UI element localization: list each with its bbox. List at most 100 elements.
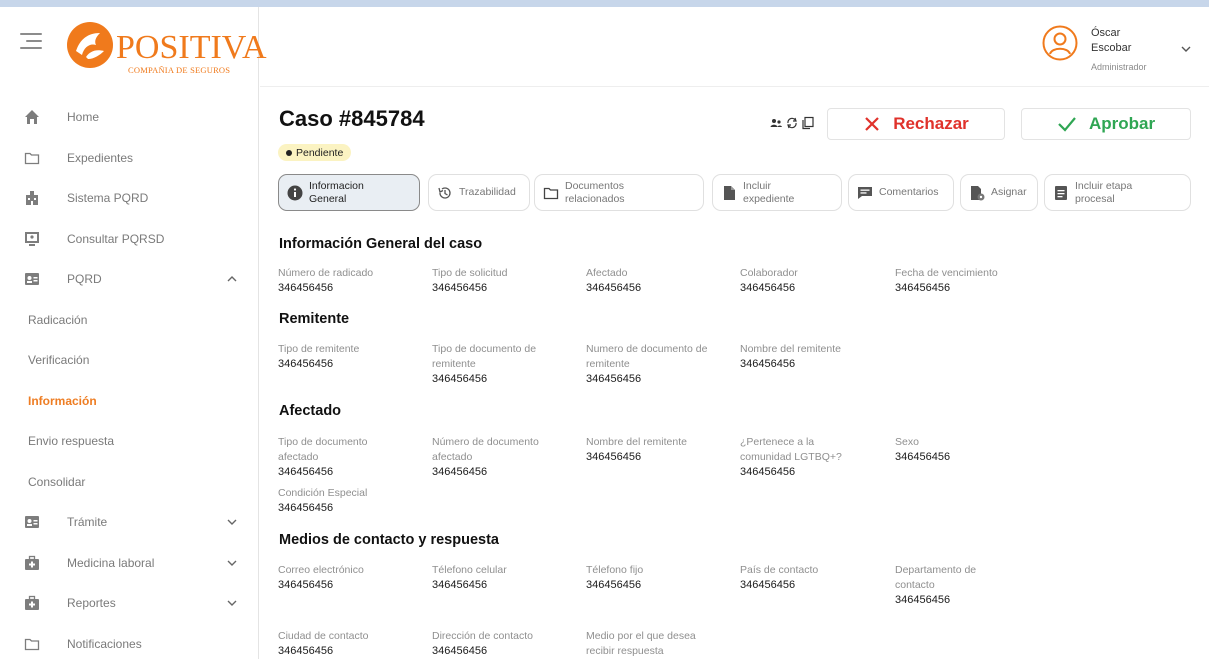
sidebar-item-label: Medicina laboral [67,555,155,570]
field-label: Télefono celular [432,564,507,576]
monitor-icon [25,231,39,246]
folder-icon [543,187,559,199]
sidebar-item-home[interactable]: Home [0,97,259,138]
section-title-contacto: Medios de contacto y respuesta [279,532,499,548]
sidebar-subitem-verificacion[interactable]: Verificación [0,340,259,381]
field-tipo-remitente: Tipo de remitente 346456456 [278,342,428,372]
sidebar-item-label: Reportes [67,596,116,611]
chevron-up-icon[interactable] [226,273,238,285]
field-value: 346456456 [432,373,488,385]
field-telefono-celular: Télefono celular 346456456 [432,563,582,593]
field-label: Colaborador [740,267,798,279]
field-label: Sexo [895,436,919,448]
tab-incluir-expediente[interactable]: Incluir expediente [712,174,842,211]
field-ciudad-contacto: Ciudad de contacto 346456456 [278,629,428,659]
sidebar-item-label: Sistema PQRD [67,191,149,206]
tab-label: Comentarios [879,186,939,198]
menu-toggle-icon[interactable] [20,31,42,51]
tab-trazabilidad[interactable]: Trazabilidad [428,174,530,211]
status-badge: Pendiente [278,144,352,161]
comment-icon [858,186,872,199]
home-icon [25,110,39,125]
info-icon [287,185,303,200]
section-title-remitente: Remitente [279,311,350,327]
tab-label: Informacion General [309,179,364,205]
field-value: 346456456 [586,373,642,385]
field-value: 346456456 [278,645,334,657]
field-label: Dirección de contacto [432,630,533,642]
logo-row: POSITIVA COMPAÑIA DE SEGUROS [0,7,267,87]
tab-label: Asignar [991,186,1027,198]
tab-informacion-general[interactable]: Informacion General [278,174,420,211]
building-icon [26,191,38,206]
medical-kit-icon [25,596,39,611]
top-band [0,0,1209,7]
sidebar-item-notificaciones[interactable]: Notificaciones [0,624,259,659]
field-comunidad-lgtbq: ¿Pertenece a la comunidad LGTBQ+? 346456… [740,435,860,480]
brand-subtitle: COMPAÑIA DE SEGUROS [128,65,231,75]
sidebar: POSITIVA COMPAÑIA DE SEGUROS Home Expedi… [0,7,267,659]
sidebar-subitem-consolidar[interactable]: Consolidar [0,462,259,503]
sidebar-subitem-informacion[interactable]: Información [0,381,259,422]
chevron-down-icon[interactable] [226,597,238,609]
section-title-general: Información General del caso [279,236,483,252]
field-colaborador: Colaborador 346456456 [740,266,890,296]
sidebar-item-pqrd[interactable]: PQRD [0,259,259,300]
sidebar-item-label: Consultar PQRSD [67,231,165,246]
tab-comentarios[interactable]: Comentarios [848,174,954,211]
field-label: País de contacto [740,564,819,576]
field-label: Nombre del remitente [740,343,841,355]
chevron-down-icon[interactable] [226,516,238,528]
sync-icon[interactable] [785,116,799,130]
close-icon [865,117,879,131]
brand-logo[interactable]: POSITIVA COMPAÑIA DE SEGUROS [64,17,267,75]
field-nombre-remitente: Nombre del remitente 346456456 [740,342,890,372]
tab-asignar[interactable]: Asignar [960,174,1038,211]
folder-icon [24,152,40,164]
field-value: 346456456 [895,594,951,606]
sidebar-item-medicina-laboral[interactable]: Medicina laboral [0,543,259,584]
sidebar-subitem-radicacion[interactable]: Radicación [0,300,259,341]
sidebar-subitem-envio-respuesta[interactable]: Envio respuesta [0,421,259,462]
field-label: Afectado [586,267,628,279]
field-value: 346456456 [740,282,796,294]
tab-label: Trazabilidad [459,186,516,198]
field-label: Tipo de solicitud [432,267,508,279]
field-label: Condición Especial [278,487,368,499]
field-medio-respuesta: Medio por el que desea recibir respuesta [586,629,726,659]
sidebar-item-sistema-pqrd[interactable]: Sistema PQRD [0,178,259,219]
logo-emblem-icon [67,22,113,68]
copy-icon[interactable] [801,116,815,130]
sidebar-item-tramite[interactable]: Trámite [0,502,259,543]
chevron-down-icon[interactable] [226,557,238,569]
case-quick-actions [769,116,815,130]
users-icon[interactable] [769,116,783,130]
tab-label: Documentos relacionados [565,179,625,205]
chevron-down-icon[interactable] [1180,43,1192,55]
top-header: Óscar Escobar Administrador [260,7,1209,87]
reject-button-label: Rechazar [893,114,969,133]
approve-button[interactable]: Aprobar [1021,108,1191,140]
field-value: 346456456 [586,579,642,591]
tab-documentos-relacionados[interactable]: Documentos relacionados [534,174,704,211]
field-value: 346456456 [432,282,488,294]
field-label: Fecha de vencimiento [895,267,998,279]
user-avatar-icon[interactable] [1042,25,1078,61]
field-value: 346456456 [432,579,488,591]
field-fecha-vencimiento: Fecha de vencimiento 346456456 [895,266,1045,296]
sidebar-item-expedientes[interactable]: Expedientes [0,138,259,179]
tab-incluir-etapa-procesal[interactable]: Incluir etapa procesal [1044,174,1191,211]
field-tipo-solicitud: Tipo de solicitud 346456456 [432,266,582,296]
field-value: 346456456 [895,451,951,463]
case-title: Caso #845784 [279,106,425,131]
folder-icon [24,638,40,650]
field-value: 346456456 [278,282,334,294]
sidebar-item-reportes[interactable]: Reportes [0,583,259,624]
sidebar-item-consultar-pqrsd[interactable]: Consultar PQRSD [0,219,259,260]
assign-document-icon [971,185,985,200]
field-label: Medio por el que desea recibir respuesta [586,630,696,657]
field-telefono-fijo: Télefono fijo 346456456 [586,563,736,593]
reject-button[interactable]: Rechazar [827,108,1005,140]
field-label: Correo electrónico [278,564,364,576]
field-nombre-remitente-afectado: Nombre del remitente 346456456 [586,435,736,465]
